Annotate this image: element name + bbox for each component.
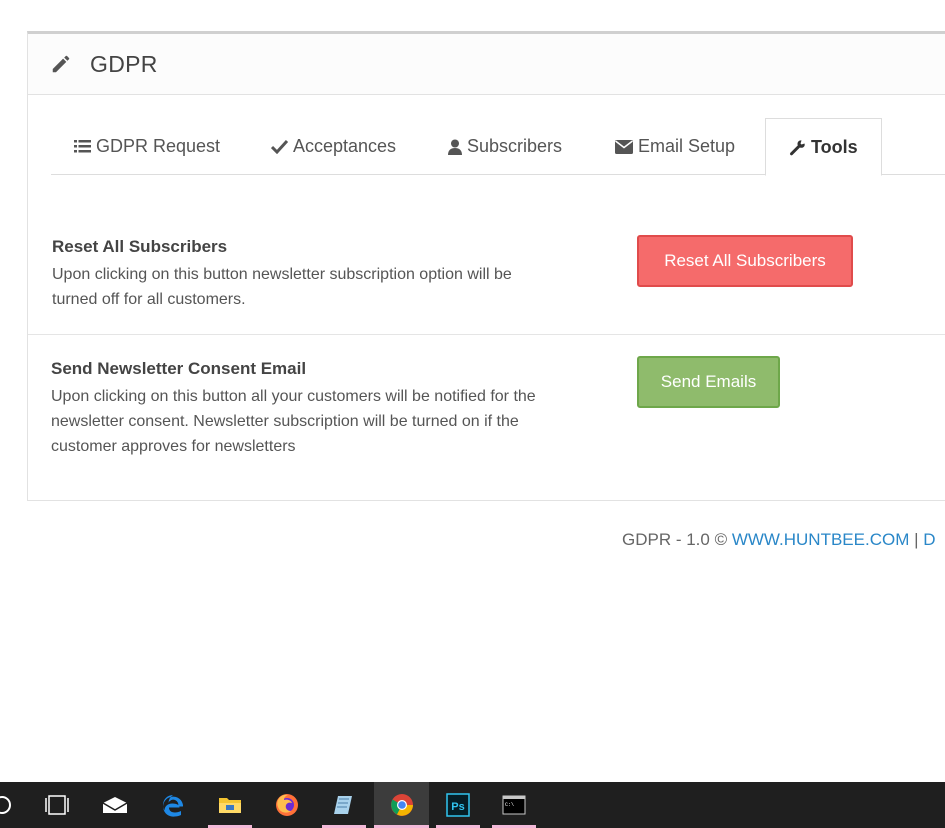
footer-trailing-link[interactable]: D <box>923 530 935 549</box>
firefox-icon[interactable] <box>264 782 310 828</box>
reset-title: Reset All Subscribers <box>52 237 228 256</box>
list-icon <box>74 140 91 153</box>
photoshop-icon[interactable]: Ps <box>436 782 480 828</box>
task-view-icon[interactable] <box>34 782 80 828</box>
huntbee-link[interactable]: WWW.HUNTBEE.COM <box>732 530 910 549</box>
gdpr-panel: GDPR GDPR Request Acceptances Subscriber… <box>27 31 945 501</box>
taskbar: Ps C:\ <box>0 782 945 828</box>
footer-separator: | <box>909 530 924 549</box>
photoshop-label: Ps <box>451 801 464 813</box>
chrome-icon[interactable] <box>374 782 429 828</box>
check-icon <box>271 139 288 154</box>
consent-desc-line: Upon clicking on this button all your cu… <box>51 388 536 405</box>
tab-acceptances[interactable]: Acceptances <box>271 118 396 175</box>
reset-desc-line: Upon clicking on this button newsletter … <box>52 266 512 283</box>
tab-label: Subscribers <box>467 136 563 156</box>
terminal-label: C:\ <box>505 802 514 808</box>
tab-label: Tools <box>811 136 858 157</box>
tab-subscribers[interactable]: Subscribers <box>448 118 562 175</box>
terminal-icon[interactable]: C:\ <box>492 782 536 828</box>
tab-bar: GDPR Request Acceptances Subscribers Ema… <box>51 118 945 176</box>
mail-icon[interactable] <box>92 782 138 828</box>
user-icon <box>448 139 462 155</box>
send-emails-button[interactable]: Send Emails <box>637 356 780 408</box>
tab-tools[interactable]: Tools <box>765 118 882 176</box>
envelope-icon <box>615 139 633 154</box>
reset-all-subscribers-button[interactable]: Reset All Subscribers <box>637 235 853 287</box>
tab-email-setup[interactable]: Email Setup <box>615 118 735 175</box>
consent-desc-line: customer approves for newsletters <box>51 438 296 455</box>
panel-heading: GDPR <box>28 34 945 95</box>
consent-desc-line: newsletter consent. Newsletter subscript… <box>51 413 519 430</box>
reset-desc-line: turned off for all customers. <box>52 291 246 308</box>
footer-version: GDPR - 1.0 © <box>622 530 732 549</box>
footer: GDPR - 1.0 © WWW.HUNTBEE.COM | D <box>622 530 936 550</box>
divider <box>28 334 945 335</box>
pencil-icon <box>52 55 70 73</box>
notepad-icon[interactable] <box>322 782 366 828</box>
panel-title: GDPR <box>90 51 158 77</box>
wrench-icon <box>790 139 805 155</box>
edge-icon[interactable] <box>150 782 196 828</box>
tab-label: Email Setup <box>638 136 736 156</box>
reset-description: Upon clicking on this button newsletter … <box>52 262 512 312</box>
consent-description: Upon clicking on this button all your cu… <box>51 384 536 459</box>
cortana-icon[interactable] <box>0 782 20 828</box>
consent-title: Send Newsletter Consent Email <box>51 359 307 378</box>
tab-gdpr-request[interactable]: GDPR Request <box>74 118 220 175</box>
file-explorer-icon[interactable] <box>208 782 252 828</box>
tab-label: GDPR Request <box>96 136 221 156</box>
tab-label: Acceptances <box>293 136 397 156</box>
